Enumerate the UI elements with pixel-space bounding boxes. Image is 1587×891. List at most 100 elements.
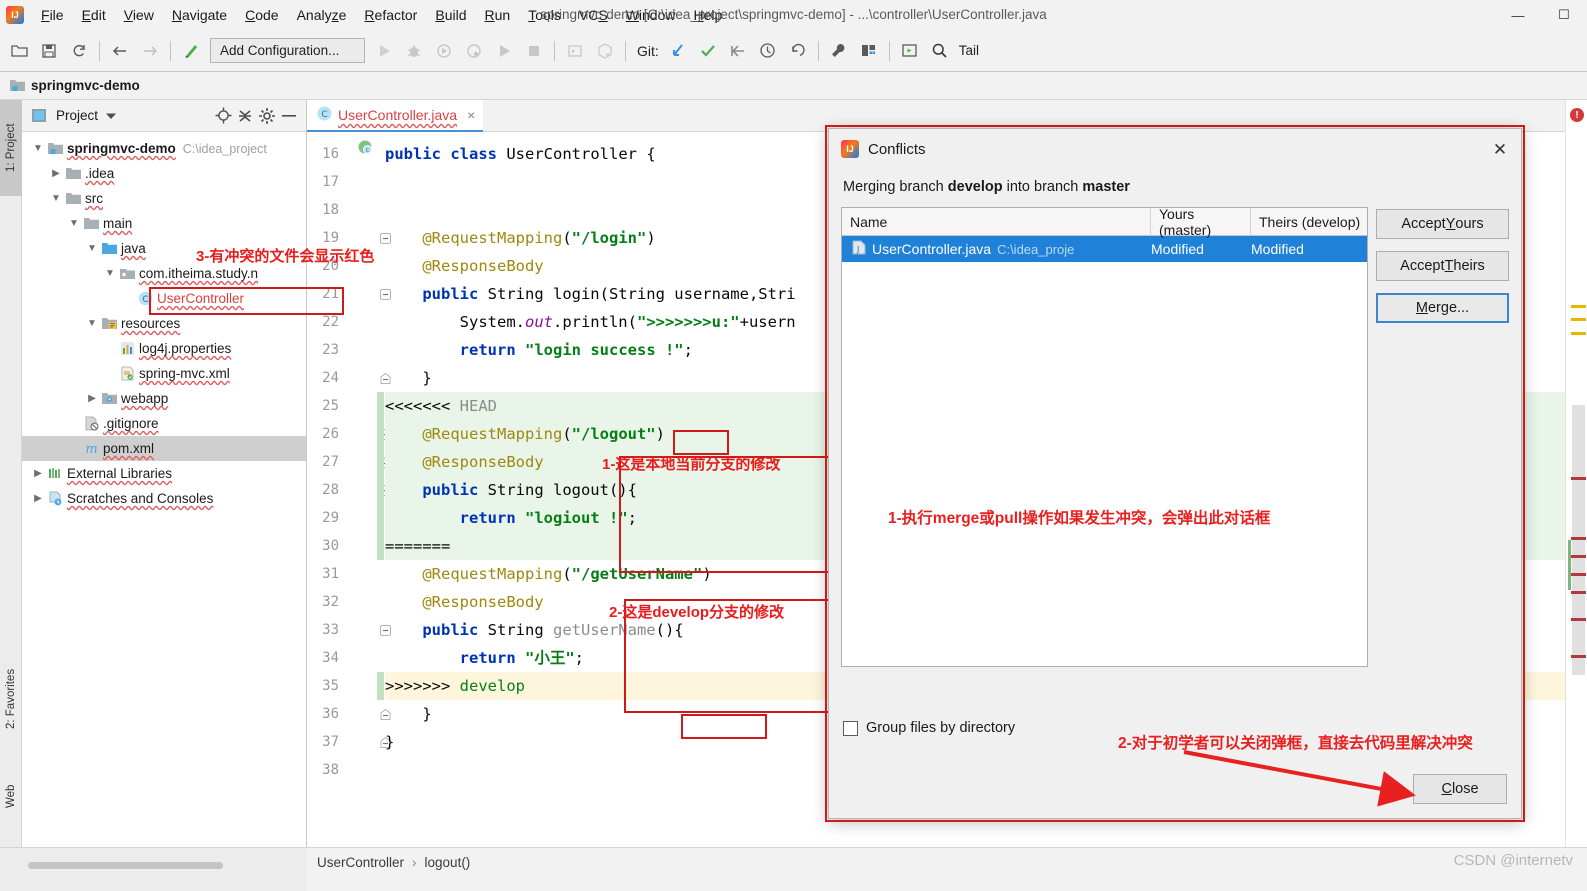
- code-line[interactable]: @ResponseBody: [385, 588, 543, 616]
- chevron-down-icon[interactable]: ▼: [48, 193, 64, 204]
- accept-theirs-button[interactable]: Accept Theirs: [1376, 251, 1509, 281]
- error-marker[interactable]: [1571, 573, 1586, 576]
- breadcrumb-class[interactable]: UserController: [317, 855, 404, 870]
- code-line[interactable]: }: [385, 728, 394, 756]
- change-stripe[interactable]: [377, 672, 384, 700]
- git-commit-icon[interactable]: [694, 37, 722, 65]
- tree-node-resources[interactable]: ▼ resources: [22, 311, 306, 336]
- close-icon[interactable]: ✕: [1485, 137, 1515, 163]
- minimize-button[interactable]: —: [1495, 0, 1541, 30]
- change-stripe[interactable]: [377, 420, 384, 448]
- maximize-button[interactable]: ☐: [1541, 0, 1587, 30]
- menu-bar[interactable]: File Edit View Navigate Code Analyze Refactor B…: [32, 0, 731, 30]
- search-everywhere-icon[interactable]: [926, 37, 954, 65]
- run-anything-icon[interactable]: [490, 37, 518, 65]
- tree-node-spring-mvc-xml[interactable]: spring-mvc.xml: [22, 361, 306, 386]
- code-line[interactable]: public String logout(){: [385, 476, 637, 504]
- chevron-right-icon[interactable]: ▶: [84, 393, 100, 404]
- settings-wrench-icon[interactable]: [825, 37, 853, 65]
- menu-item-refactor[interactable]: Refactor: [355, 3, 426, 27]
- project-structure-icon[interactable]: [855, 37, 883, 65]
- menu-item-file[interactable]: File: [32, 3, 73, 27]
- checkbox-box[interactable]: [843, 720, 858, 736]
- code-line[interactable]: System.out.println(">>>>>>>u:"+usern: [385, 308, 796, 336]
- rollback-icon[interactable]: [784, 37, 812, 65]
- update-project-icon[interactable]: [591, 37, 619, 65]
- profile-icon[interactable]: [460, 37, 488, 65]
- merge-button[interactable]: Merge...: [1376, 293, 1509, 323]
- menu-item-run[interactable]: Run: [476, 3, 520, 27]
- table-body[interactable]: J UserController.java C:\idea_proje Modifie…: [842, 236, 1367, 262]
- back-icon[interactable]: [106, 37, 134, 65]
- change-stripe[interactable]: [377, 476, 384, 504]
- tree-node--idea[interactable]: ▶ .idea: [22, 161, 306, 186]
- error-marker[interactable]: [1571, 618, 1586, 621]
- open-folder-icon[interactable]: [5, 37, 33, 65]
- menu-item-edit[interactable]: Edit: [73, 3, 115, 27]
- chevron-down-icon[interactable]: ▼: [84, 243, 100, 254]
- tree-node-pom-xml[interactable]: m pom.xml: [22, 436, 306, 461]
- code-line[interactable]: @RequestMapping("/logout"): [385, 420, 665, 448]
- warning-marker[interactable]: [1571, 318, 1586, 321]
- forward-icon[interactable]: [136, 37, 164, 65]
- tree-node-springmvc-demo[interactable]: ▼ springmvc-demo C:\idea_project: [22, 136, 306, 161]
- code-line[interactable]: =======: [385, 532, 450, 560]
- conflicts-table[interactable]: Name Yours (master) Theirs (develop) J Us…: [841, 207, 1368, 667]
- analysis-marker-gutter[interactable]: !: [1565, 100, 1587, 847]
- editor-tab-usercontroller[interactable]: C UserController.java ×: [307, 100, 484, 132]
- column-header-yours[interactable]: Yours (master): [1151, 208, 1251, 238]
- chevron-down-icon[interactable]: ▼: [66, 218, 82, 229]
- close-button[interactable]: Close: [1413, 774, 1507, 804]
- code-line[interactable]: return "logiout !";: [385, 504, 637, 532]
- code-line[interactable]: @ResponseBody: [385, 448, 543, 476]
- tree-node-src[interactable]: ▼ src: [22, 186, 306, 211]
- tree-node--gitignore[interactable]: .gitignore: [22, 411, 306, 436]
- code-line[interactable]: return "login success !";: [385, 336, 693, 364]
- code-line[interactable]: @RequestMapping("/getUserName"): [385, 560, 711, 588]
- menu-item-help[interactable]: Help: [685, 3, 732, 27]
- chevron-down-icon[interactable]: ▼: [102, 268, 118, 279]
- accept-yours-button[interactable]: Accept Yours: [1376, 209, 1509, 239]
- change-stripe[interactable]: [377, 504, 384, 532]
- gear-icon[interactable]: [256, 105, 278, 127]
- breadcrumb-method[interactable]: logout(): [425, 855, 471, 870]
- menu-item-code[interactable]: Code: [236, 3, 287, 27]
- project-tree[interactable]: ▼ springmvc-demo C:\idea_project ▶ .idea ▼ src…: [22, 132, 306, 511]
- save-all-icon[interactable]: [35, 37, 63, 65]
- stop-icon[interactable]: [520, 37, 548, 65]
- history-icon[interactable]: [754, 37, 782, 65]
- debug-icon[interactable]: [400, 37, 428, 65]
- error-marker[interactable]: [1571, 477, 1586, 480]
- add-configuration-button[interactable]: Add Configuration...: [210, 38, 365, 63]
- group-files-by-directory-checkbox[interactable]: Group files by directory: [843, 720, 1015, 736]
- tree-node-log4j-properties[interactable]: log4j.properties: [22, 336, 306, 361]
- code-line[interactable]: public String login(String username,Stri: [385, 280, 795, 308]
- error-marker[interactable]: [1571, 555, 1586, 558]
- code-line[interactable]: @RequestMapping("/login"): [385, 224, 655, 252]
- changed-lines-marker[interactable]: [1568, 540, 1571, 590]
- change-stripe[interactable]: [377, 392, 384, 420]
- rail-tab-favorites[interactable]: 2: Favorites: [0, 640, 22, 758]
- tree-node-external-libraries[interactable]: ▶ External Libraries: [22, 461, 306, 486]
- tree-node-scratches-and-consoles[interactable]: ▶ Scratches and Consoles: [22, 486, 306, 511]
- select-in-icon[interactable]: [896, 37, 924, 65]
- chevron-right-icon[interactable]: ▶: [30, 493, 46, 504]
- column-header-name[interactable]: Name: [842, 208, 1151, 236]
- chevron-down-icon[interactable]: ▼: [84, 318, 100, 329]
- change-stripe[interactable]: [377, 532, 384, 560]
- code-line[interactable]: @ResponseBody: [385, 252, 543, 280]
- chevron-right-icon[interactable]: ▶: [48, 168, 64, 179]
- code-line[interactable]: public class UserController {: [385, 140, 656, 168]
- code-line[interactable]: }: [385, 364, 431, 392]
- menu-item-window[interactable]: Window: [617, 3, 685, 27]
- git-update-icon[interactable]: [664, 37, 692, 65]
- git-push-icon[interactable]: [724, 37, 752, 65]
- error-marker[interactable]: [1571, 591, 1586, 594]
- menu-item-vcs[interactable]: VCS: [570, 3, 617, 27]
- menu-item-analyze[interactable]: Analyze: [288, 3, 356, 27]
- run-icon[interactable]: [370, 37, 398, 65]
- chevron-right-icon[interactable]: ▶: [30, 468, 46, 479]
- warning-marker[interactable]: [1571, 332, 1586, 335]
- conflict-row[interactable]: J UserController.java C:\idea_proje Modifie…: [842, 236, 1367, 262]
- breadcrumb[interactable]: UserController › logout(): [307, 847, 1587, 877]
